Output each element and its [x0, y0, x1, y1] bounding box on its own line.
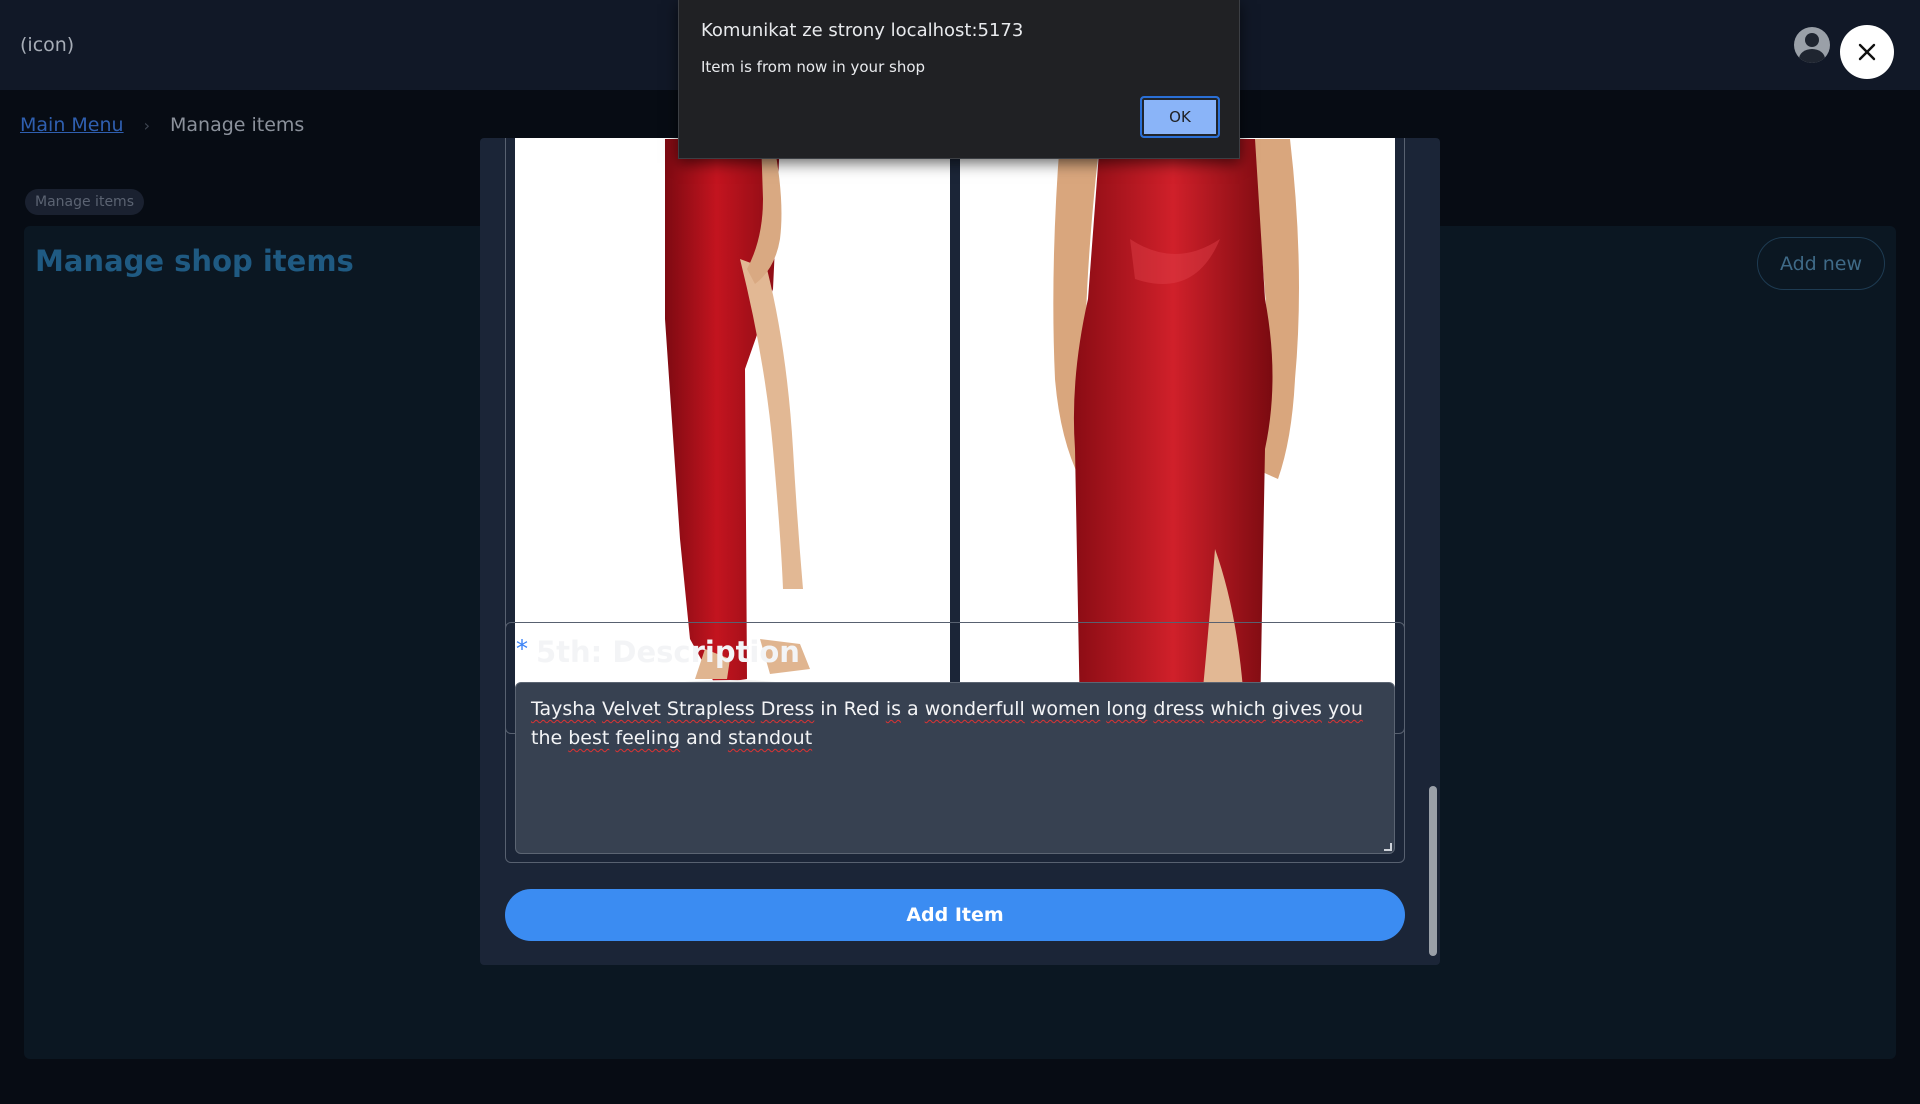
description-label: 5th: Description: [536, 635, 800, 669]
browser-alert-dialog: Komunikat ze strony localhost:5173 Item …: [678, 0, 1240, 159]
spellcheck-word: women: [1030, 698, 1101, 720]
spellcheck-word: Taysha: [531, 698, 596, 720]
spellcheck-word: is: [885, 698, 901, 720]
description-text-fragment: the: [531, 727, 569, 749]
spellcheck-word: feeling: [615, 727, 681, 749]
spellcheck-word: Dress: [760, 698, 815, 720]
app-icon-placeholder: (icon): [20, 34, 75, 56]
spellcheck-word: gives: [1271, 698, 1322, 720]
spellcheck-word: you: [1327, 698, 1363, 720]
close-modal-button[interactable]: [1840, 25, 1894, 79]
description-text-fragment: and: [680, 727, 728, 749]
breadcrumb: Main Menu › Manage items: [20, 114, 304, 136]
alert-message: Item is from now in your shop: [701, 58, 926, 76]
spellcheck-word: which: [1210, 698, 1266, 720]
description-text-fragment: a: [901, 698, 925, 720]
spellcheck-word: standout: [727, 727, 813, 749]
avatar-body: [1799, 49, 1825, 63]
page-title: Manage shop items: [35, 244, 354, 278]
description-section: * 5th: Description Taysha Velvet Straple…: [505, 622, 1405, 863]
textarea-resize-handle[interactable]: [1384, 843, 1392, 851]
spellcheck-word: Velvet: [601, 698, 661, 720]
spellcheck-word: dress: [1153, 698, 1205, 720]
modal-scrollbar[interactable]: [1429, 786, 1437, 956]
required-asterisk: *: [516, 635, 528, 663]
alert-ok-button[interactable]: OK: [1140, 96, 1220, 138]
add-new-button[interactable]: Add new: [1757, 237, 1885, 290]
description-text-fragment: in Red: [814, 698, 886, 720]
breadcrumb-separator: ›: [143, 115, 150, 135]
add-item-button[interactable]: Add Item: [505, 889, 1405, 941]
spellcheck-word: wonderfull: [924, 698, 1025, 720]
section-tag: Manage items: [25, 189, 144, 215]
spellcheck-word: best: [568, 727, 610, 749]
spellcheck-word: Strapless: [666, 698, 755, 720]
spellcheck-word: long: [1106, 698, 1148, 720]
avatar-head: [1805, 33, 1819, 47]
add-item-modal: * 5th: Description Taysha Velvet Straple…: [480, 138, 1440, 965]
alert-title: Komunikat ze strony localhost:5173: [701, 20, 1024, 41]
breadcrumb-current: Manage items: [169, 114, 305, 136]
close-icon: [1858, 43, 1876, 61]
breadcrumb-main-menu-link[interactable]: Main Menu: [20, 114, 124, 136]
user-avatar-icon[interactable]: [1794, 27, 1830, 63]
description-textarea[interactable]: Taysha Velvet Strapless Dress in Red is …: [515, 682, 1395, 854]
